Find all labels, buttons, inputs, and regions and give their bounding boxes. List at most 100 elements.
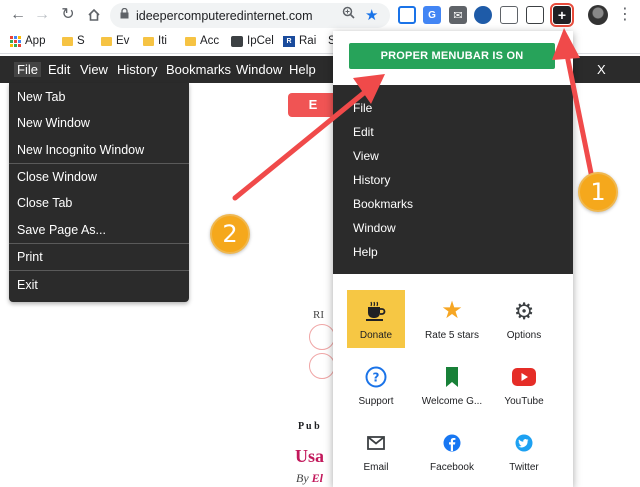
tile-label: Options <box>506 330 542 341</box>
bookmark-label: IpCel <box>247 35 274 47</box>
coffee-icon <box>347 300 405 322</box>
email-icon <box>343 432 409 454</box>
step-badge-2: 2 <box>210 214 250 254</box>
popup-menu-edit[interactable]: Edit <box>353 125 374 139</box>
lock-icon <box>120 7 129 22</box>
menu-item-close-window[interactable]: Close Window <box>17 170 97 184</box>
menu-item-new-tab[interactable]: New Tab <box>17 90 65 104</box>
menu-item-close-tab[interactable]: Close Tab <box>17 196 72 210</box>
menu-item-save-page-as[interactable]: Save Page As... <box>17 223 106 237</box>
page-category: P u b <box>298 421 320 432</box>
menu-divider <box>9 163 189 164</box>
donate-button[interactable]: Donate <box>347 290 405 348</box>
bookmark-apps[interactable]: App <box>10 35 45 47</box>
folder-icon <box>143 36 154 46</box>
rate-button[interactable]: ★ Rate 5 stars <box>419 290 485 348</box>
svg-text:?: ? <box>373 371 380 385</box>
popup-menu-view[interactable]: View <box>353 149 379 163</box>
popup-menu-bookmarks[interactable]: Bookmarks <box>353 197 413 211</box>
email-button[interactable]: Email <box>343 422 409 480</box>
pip-icon[interactable] <box>526 6 544 24</box>
folder-icon <box>62 36 73 46</box>
share-circle[interactable] <box>309 353 335 379</box>
menu-item-new-window[interactable]: New Window <box>17 116 90 130</box>
menu-help[interactable]: Help <box>289 62 316 77</box>
bookmark-star-icon[interactable]: ★ <box>365 6 378 24</box>
menu-file[interactable]: File <box>14 62 41 77</box>
translate-icon[interactable]: G <box>423 6 441 24</box>
bookmark-label: Iti <box>158 35 167 47</box>
file-menu: New Tab New Window New Incognito Window … <box>9 83 189 302</box>
page-label: RI <box>313 309 324 321</box>
bookmark-icon <box>419 366 485 388</box>
options-button[interactable]: ⚙ Options <box>491 290 557 348</box>
popup-menu-history[interactable]: History <box>353 173 390 187</box>
bookmark-folder[interactable]: Iti <box>143 35 167 47</box>
byline-prefix: By <box>296 471 309 485</box>
bookmark-ipcel[interactable]: IpCel <box>231 35 274 47</box>
avatar[interactable] <box>588 5 608 25</box>
bookmark-rai[interactable]: R Rai <box>283 35 316 47</box>
mail-icon[interactable]: ✉ <box>449 6 467 24</box>
ipcel-icon <box>231 35 243 47</box>
facebook-icon <box>419 432 485 454</box>
youtube-button[interactable]: YouTube <box>491 356 557 414</box>
reload-icon[interactable]: ↻ <box>58 5 78 25</box>
twitter-button[interactable]: Twitter <box>491 422 557 480</box>
more-icon[interactable]: ⋮ <box>617 4 633 24</box>
facebook-button[interactable]: Facebook <box>419 422 485 480</box>
tile-label: YouTube <box>504 396 544 407</box>
back-icon[interactable]: ← <box>8 5 28 25</box>
bookmark-label: S <box>77 35 85 47</box>
menu-view[interactable]: View <box>80 62 108 77</box>
popup-menu-preview: File Edit View History Bookmarks Window … <box>333 85 573 274</box>
popup-menu-window[interactable]: Window <box>353 221 396 235</box>
folder-icon <box>185 36 196 46</box>
rai-icon: R <box>283 35 295 47</box>
menu-item-new-incognito-window[interactable]: New Incognito Window <box>17 143 144 157</box>
bookmark-folder[interactable]: Ev <box>101 35 129 47</box>
menu-item-print[interactable]: Print <box>17 250 43 264</box>
apps-icon <box>10 35 21 47</box>
popup-menu-help[interactable]: Help <box>353 245 378 259</box>
gear-icon: ⚙ <box>513 297 535 324</box>
bookmark-folder[interactable]: S <box>62 35 85 47</box>
menu-edit[interactable]: Edit <box>48 62 70 77</box>
zoom-icon[interactable] <box>342 6 355 22</box>
page-byline: By El <box>296 471 323 486</box>
folder-icon <box>101 36 112 46</box>
menu-item-exit[interactable]: Exit <box>17 278 38 292</box>
youtube-icon <box>491 366 557 388</box>
twitter-icon <box>491 432 557 454</box>
screenshot-icon[interactable] <box>398 6 416 24</box>
bookmark-folder[interactable]: Acc <box>185 35 219 47</box>
address-bar[interactable]: ideepercomputeredinternet.com ★ <box>110 3 390 28</box>
extension-icon[interactable] <box>474 6 492 24</box>
menu-history[interactable]: History <box>117 62 157 77</box>
extension-popup: PROPER MENUBAR IS ON File Edit View Hist… <box>333 31 573 487</box>
tile-label: Twitter <box>509 462 539 473</box>
star-icon: ★ <box>441 297 463 324</box>
share-circle[interactable] <box>309 324 335 350</box>
reader-icon[interactable] <box>500 6 518 24</box>
menu-bookmarks[interactable]: Bookmarks <box>166 62 231 77</box>
menubar-close-button[interactable]: X <box>597 62 606 77</box>
status-badge[interactable]: PROPER MENUBAR IS ON <box>349 43 555 69</box>
popup-menu-file[interactable]: File <box>353 101 372 115</box>
page-button[interactable]: E <box>288 93 338 117</box>
byline-author[interactable]: El <box>312 471 323 485</box>
proper-menubar-icon[interactable]: + <box>550 3 574 27</box>
page-title[interactable]: Usa <box>295 446 324 467</box>
menu-window[interactable]: Window <box>236 62 282 77</box>
help-icon: ? <box>343 366 409 388</box>
menu-divider <box>9 243 189 244</box>
bookmark-label: App <box>25 35 46 47</box>
support-button[interactable]: ? Support <box>343 356 409 414</box>
url-text[interactable]: ideepercomputeredinternet.com <box>136 9 313 23</box>
menu-divider <box>9 270 189 271</box>
browser-toolbar: ← → ↻ ideepercomputeredinternet.com ★ G … <box>0 0 640 30</box>
bookmark-label: Ev <box>116 35 130 47</box>
home-icon[interactable] <box>84 5 104 25</box>
welcome-guide-button[interactable]: Welcome G... <box>419 356 485 414</box>
forward-icon[interactable]: → <box>32 5 52 25</box>
